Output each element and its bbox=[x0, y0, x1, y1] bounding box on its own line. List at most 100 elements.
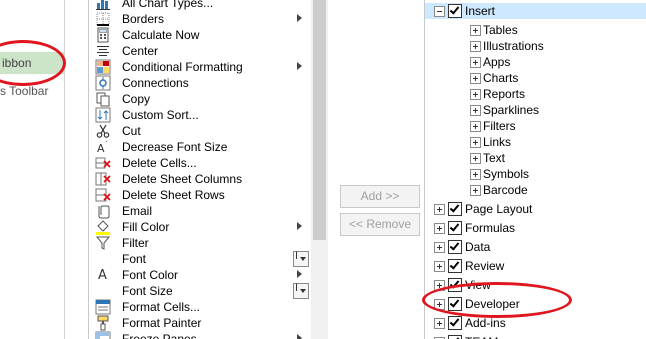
command-item[interactable]: All Chart Types... bbox=[89, 0, 311, 11]
command-item[interactable]: Connections bbox=[89, 75, 311, 91]
tree-item-label: Insert bbox=[465, 4, 496, 18]
command-item[interactable]: Conditional Formatting bbox=[89, 59, 311, 75]
tree-item-label: Apps bbox=[483, 55, 511, 69]
submenu-arrow-icon bbox=[297, 62, 302, 70]
expand-icon[interactable] bbox=[470, 105, 481, 116]
expand-icon[interactable] bbox=[470, 169, 481, 180]
command-item[interactable]: A Font Color bbox=[89, 267, 311, 283]
tree-item-illustrations[interactable]: Illustrations bbox=[425, 38, 646, 54]
tab-checkbox[interactable] bbox=[448, 335, 462, 339]
calculator-icon bbox=[95, 27, 111, 43]
command-item[interactable]: Calculate Now bbox=[89, 27, 311, 43]
command-item[interactable]: Custom Sort... bbox=[89, 107, 311, 123]
expand-icon[interactable] bbox=[470, 185, 481, 196]
command-item-label: Email bbox=[122, 204, 153, 218]
align-center-icon bbox=[95, 43, 111, 59]
all-chart-types-icon bbox=[95, 0, 111, 11]
tree-item-links[interactable]: Links bbox=[425, 134, 646, 150]
expand-icon[interactable] bbox=[470, 25, 481, 36]
commands-list-scrollbar[interactable] bbox=[311, 0, 328, 339]
scrollbar-thumb[interactable] bbox=[313, 0, 326, 240]
tab-checkbox[interactable] bbox=[448, 240, 462, 254]
expand-icon[interactable] bbox=[470, 89, 481, 100]
command-item-label: Format Cells... bbox=[122, 300, 201, 314]
tree-item-label: Data bbox=[465, 240, 491, 254]
tree-item-tables[interactable]: Tables bbox=[425, 22, 646, 38]
tree-item-insert[interactable]: Insert bbox=[425, 3, 646, 19]
command-item[interactable]: Format Painter bbox=[89, 315, 311, 331]
submenu-arrow-icon bbox=[297, 222, 302, 230]
tree-item-text[interactable]: Text bbox=[425, 150, 646, 166]
copy-icon bbox=[95, 91, 111, 107]
conditional-formatting-icon bbox=[95, 59, 111, 75]
command-item-label: Borders bbox=[122, 12, 165, 26]
expand-icon[interactable] bbox=[470, 73, 481, 84]
expand-icon[interactable] bbox=[434, 261, 445, 272]
command-item[interactable]: A ˇ Decrease Font Size bbox=[89, 139, 311, 155]
expand-icon[interactable] bbox=[470, 121, 481, 132]
tree-item-barcode[interactable]: Barcode bbox=[425, 182, 646, 198]
expand-icon[interactable] bbox=[434, 223, 445, 234]
command-item[interactable]: Filter bbox=[89, 235, 311, 251]
command-item[interactable]: Email bbox=[89, 203, 311, 219]
delete-cells-icon bbox=[95, 155, 111, 171]
command-item[interactable]: Delete Sheet Rows bbox=[89, 187, 311, 203]
tree-item-apps[interactable]: Apps bbox=[425, 54, 646, 70]
expand-icon[interactable] bbox=[434, 318, 445, 329]
expand-icon[interactable] bbox=[434, 242, 445, 253]
expand-icon[interactable] bbox=[470, 41, 481, 52]
command-item-label: Font Size bbox=[122, 284, 173, 298]
add-button[interactable]: Add >> bbox=[340, 185, 420, 208]
command-item[interactable]: Copy bbox=[89, 91, 311, 107]
command-item[interactable]: Freeze Panes bbox=[89, 331, 311, 339]
command-item-label: Conditional Formatting bbox=[122, 60, 243, 74]
annotation-ellipse-developer bbox=[422, 282, 572, 318]
expand-icon[interactable] bbox=[470, 57, 481, 68]
tree-item-review[interactable]: Review bbox=[425, 258, 646, 274]
commands-list[interactable]: All Chart Types... Borders Calculate Now Ce… bbox=[88, 0, 312, 339]
tree-item-label: Illustrations bbox=[483, 39, 544, 53]
expand-icon[interactable] bbox=[434, 204, 445, 215]
format-cells-icon bbox=[95, 299, 111, 315]
tree-item-page-layout[interactable]: Page Layout bbox=[425, 201, 646, 217]
tree-item-team[interactable]: TEAM bbox=[425, 334, 646, 339]
command-item[interactable]: Font I bbox=[89, 250, 311, 267]
svg-text:ˇ: ˇ bbox=[105, 141, 108, 148]
expand-icon[interactable] bbox=[470, 153, 481, 164]
tab-checkbox[interactable] bbox=[448, 259, 462, 273]
tab-checkbox[interactable] bbox=[448, 316, 462, 330]
tree-item-formulas[interactable]: Formulas bbox=[425, 220, 646, 236]
command-item[interactable]: Delete Cells... bbox=[89, 155, 311, 171]
command-item[interactable]: Delete Sheet Columns bbox=[89, 171, 311, 187]
freeze-panes-icon bbox=[95, 331, 111, 339]
command-item-label: Delete Cells... bbox=[122, 156, 197, 170]
tree-item-data[interactable]: Data bbox=[425, 239, 646, 255]
email-icon bbox=[95, 203, 111, 219]
submenu-arrow-icon bbox=[297, 270, 302, 278]
command-item-label: Delete Sheet Columns bbox=[122, 172, 243, 186]
expand-icon[interactable] bbox=[470, 137, 481, 148]
tree-item-label: TEAM bbox=[465, 334, 498, 339]
tree-item-reports[interactable]: Reports bbox=[425, 86, 646, 102]
tree-item-filters[interactable]: Filters bbox=[425, 118, 646, 134]
tree-item-label: Review bbox=[465, 259, 505, 273]
tree-item-add-ins[interactable]: Add-ins bbox=[425, 315, 646, 331]
command-item[interactable]: Borders bbox=[89, 11, 311, 27]
command-item[interactable]: Format Cells... bbox=[89, 299, 311, 315]
tab-checkbox[interactable] bbox=[448, 221, 462, 235]
tab-checkbox[interactable] bbox=[448, 202, 462, 216]
tree-item-charts[interactable]: Charts bbox=[425, 70, 646, 86]
command-item[interactable]: Font Size I bbox=[89, 282, 311, 299]
tree-item-symbols[interactable]: Symbols bbox=[425, 166, 646, 182]
command-item-label: Format Painter bbox=[122, 316, 202, 330]
command-item[interactable]: Cut bbox=[89, 123, 311, 139]
decrease-font-size-icon: Aˇ bbox=[95, 139, 111, 155]
command-item-label: Font Color bbox=[122, 268, 179, 282]
command-item[interactable]: Center bbox=[89, 43, 311, 59]
command-item[interactable]: Fill Color bbox=[89, 219, 311, 235]
tree-item-sparklines[interactable]: Sparklines bbox=[425, 102, 646, 118]
remove-button[interactable]: << Remove bbox=[340, 213, 420, 236]
tab-checkbox[interactable] bbox=[448, 4, 462, 18]
collapse-icon[interactable] bbox=[434, 6, 445, 17]
tree-item-label: Links bbox=[483, 135, 512, 149]
